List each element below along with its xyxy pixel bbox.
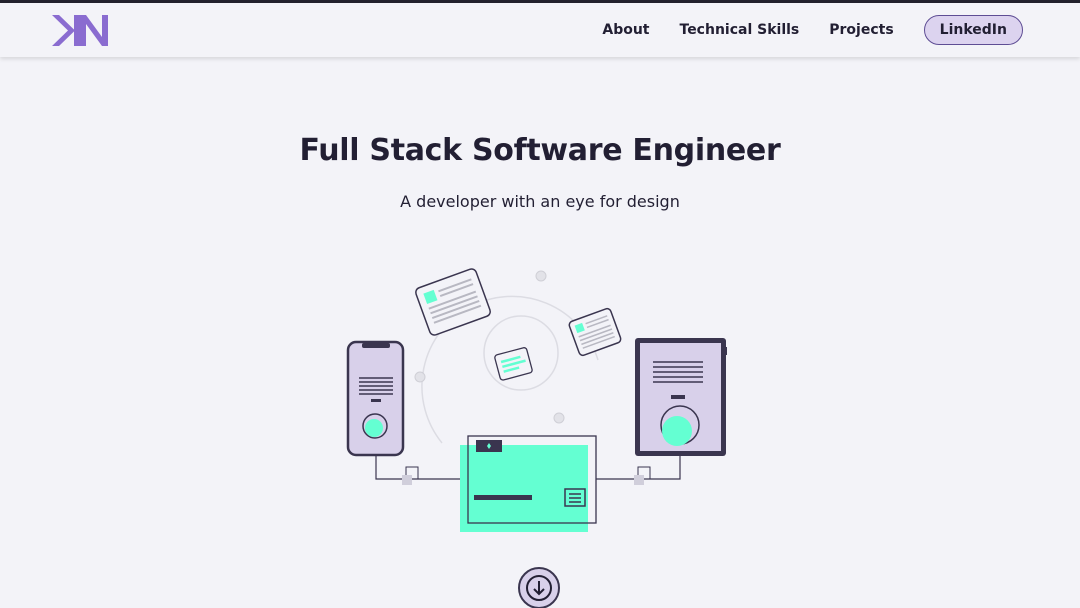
site-header: About Technical Skills Projects LinkedIn bbox=[0, 3, 1080, 57]
center-card-icon bbox=[494, 347, 533, 381]
nav-about[interactable]: About bbox=[602, 22, 649, 38]
main-nav: About Technical Skills Projects LinkedIn bbox=[572, 15, 1023, 45]
phone-icon bbox=[346, 340, 405, 457]
orbit-dot bbox=[553, 412, 565, 424]
kn-logo[interactable] bbox=[52, 15, 108, 46]
hero-title: Full Stack Software Engineer bbox=[299, 133, 781, 168]
devices-sync-illustration bbox=[340, 258, 740, 542]
nav-projects[interactable]: Projects bbox=[829, 22, 893, 38]
floating-card-icon bbox=[415, 268, 491, 336]
hero-subtitle: A developer with an eye for design bbox=[400, 192, 680, 211]
arrow-down-circle-icon bbox=[526, 575, 552, 601]
orbit-dot bbox=[414, 371, 426, 383]
tablet-icon bbox=[635, 338, 727, 456]
linkedin-button[interactable]: LinkedIn bbox=[923, 15, 1023, 45]
scroll-down-button[interactable] bbox=[518, 567, 560, 608]
kn-monogram-icon bbox=[52, 15, 108, 46]
orbit-dot bbox=[535, 270, 547, 282]
nav-technical-skills[interactable]: Technical Skills bbox=[680, 22, 800, 38]
floating-card-icon bbox=[568, 307, 622, 357]
browser-window-icon bbox=[460, 435, 597, 532]
